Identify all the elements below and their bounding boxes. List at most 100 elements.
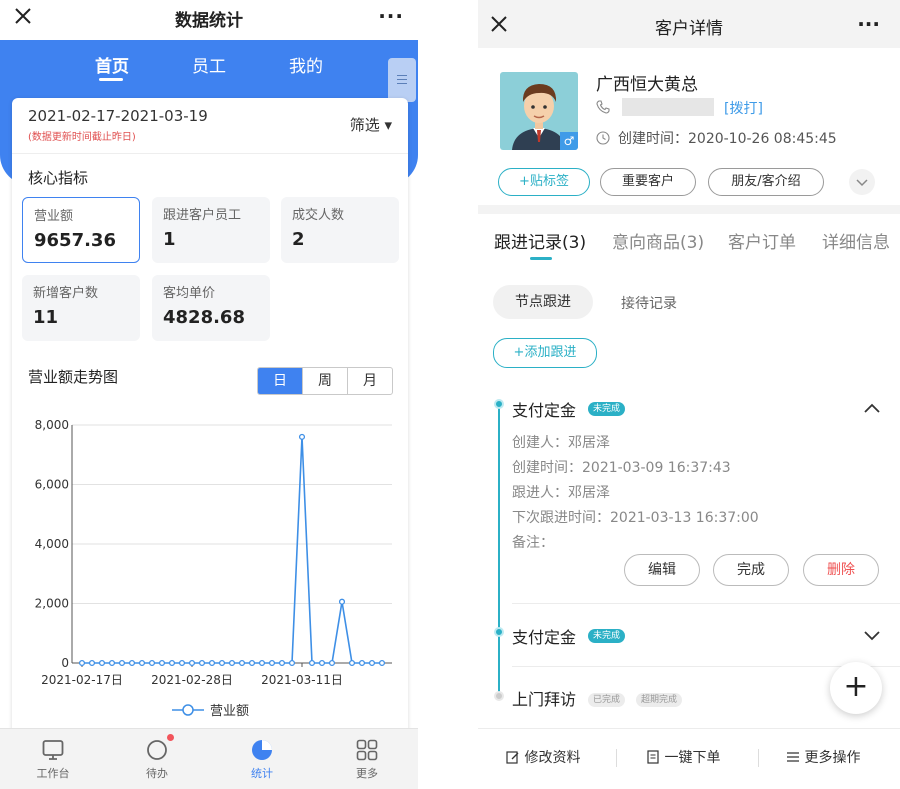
record-title[interactable]: 上门拜访 bbox=[512, 686, 576, 710]
quick-order-button[interactable]: 一键下单 bbox=[646, 747, 720, 767]
metric-value: 9657.36 bbox=[34, 230, 116, 251]
complete-button[interactable]: 完成 bbox=[713, 554, 789, 586]
edit-icon bbox=[506, 751, 519, 764]
tag-important-customer[interactable]: 重要客户 bbox=[600, 168, 696, 196]
active-tab-indicator bbox=[530, 257, 552, 260]
filter-button[interactable]: 筛选 ▾ bbox=[350, 114, 392, 135]
subtab-node-followup[interactable]: 节点跟进 bbox=[493, 285, 593, 319]
period-day[interactable]: 日 bbox=[258, 368, 302, 394]
title-bar: 客户详情 ··· bbox=[478, 0, 900, 48]
data-point bbox=[188, 659, 196, 667]
grid-icon bbox=[356, 739, 378, 761]
data-point bbox=[348, 659, 356, 667]
data-point bbox=[208, 659, 216, 667]
period-week[interactable]: 周 bbox=[302, 368, 347, 394]
data-point bbox=[358, 659, 366, 667]
nav-stats[interactable]: 统计 bbox=[222, 729, 302, 789]
data-point bbox=[218, 659, 226, 667]
gender-male-icon: ♂ bbox=[560, 132, 578, 150]
tab-staff[interactable]: 员工 bbox=[192, 52, 226, 77]
nav-todo[interactable]: 待办 bbox=[117, 729, 197, 789]
tab-home[interactable]: 首页 bbox=[95, 52, 129, 77]
metric-value: 1 bbox=[163, 229, 176, 250]
record-created-time: 创建时间：2021-03-09 16:37:43 bbox=[512, 460, 731, 476]
phone-icon bbox=[596, 100, 610, 114]
nav-label: 工作台 bbox=[36, 767, 70, 780]
metric-value: 11 bbox=[33, 307, 59, 328]
created-value: 2020-10-26 08:45:45 bbox=[688, 131, 837, 147]
tab-details[interactable]: 详细信息 bbox=[822, 228, 890, 253]
more-button[interactable]: ··· bbox=[378, 4, 404, 28]
tab-followup-records[interactable]: 跟进记录(3) bbox=[494, 228, 586, 253]
chevron-down-icon[interactable] bbox=[862, 628, 882, 642]
data-point bbox=[118, 659, 126, 667]
add-fab-button[interactable]: + bbox=[830, 662, 882, 714]
metric-avg-price[interactable]: 客均单价 4828.68 bbox=[152, 275, 270, 341]
dial-link[interactable]: [拨打] bbox=[724, 98, 763, 118]
customer-name: 广西恒大黄总 bbox=[596, 75, 698, 95]
edit-button[interactable]: 编辑 bbox=[624, 554, 700, 586]
data-point bbox=[88, 659, 96, 667]
separator bbox=[616, 749, 617, 767]
more-actions-button[interactable]: 更多操作 bbox=[786, 747, 860, 767]
subtab-reception-records[interactable]: 接待记录 bbox=[621, 293, 677, 313]
data-point bbox=[378, 659, 386, 667]
date-range[interactable]: 2021-02-17-2021-03-19 bbox=[28, 107, 208, 125]
record-title[interactable]: 支付定金 bbox=[512, 397, 576, 421]
customer-detail-screen: 客户详情 ··· ♂ 广西恒大黄总 [拨打] 创建时间：2020-10-26 0… bbox=[478, 0, 900, 789]
x-tick-label: 2021-02-17日 bbox=[41, 673, 123, 687]
page-title: 数据统计 bbox=[175, 11, 243, 31]
more-button[interactable]: ··· bbox=[857, 12, 880, 36]
nav-label: 更多 bbox=[356, 767, 378, 780]
period-month[interactable]: 月 bbox=[347, 368, 392, 394]
add-followup-button[interactable]: +添加跟进 bbox=[493, 338, 597, 368]
data-point bbox=[138, 659, 146, 667]
tab-intended-products[interactable]: 意向商品(3) bbox=[612, 228, 704, 253]
legend-label: 营业额 bbox=[210, 704, 249, 719]
metric-new-customers[interactable]: 新增客户数 11 bbox=[22, 275, 140, 341]
data-point bbox=[78, 659, 86, 667]
separator bbox=[758, 749, 759, 767]
delete-button[interactable]: 删除 bbox=[803, 554, 879, 586]
workbench-icon bbox=[42, 740, 64, 760]
tab-mine[interactable]: 我的 bbox=[289, 52, 323, 77]
button-label: 修改资料 bbox=[524, 750, 581, 766]
phone-number-masked bbox=[622, 98, 714, 116]
tab-customer-orders[interactable]: 客户订单 bbox=[728, 228, 796, 253]
record-next-followup: 下次跟进时间：2021-03-13 16:37:00 bbox=[512, 510, 759, 526]
chevron-up-icon[interactable] bbox=[862, 401, 882, 415]
record-remark: 备注： bbox=[512, 535, 554, 551]
data-point bbox=[238, 659, 246, 667]
metric-label: 成交人数 bbox=[292, 208, 345, 223]
record-title[interactable]: 支付定金 bbox=[512, 624, 576, 648]
expand-tags-icon[interactable] bbox=[848, 168, 876, 196]
notification-dot bbox=[167, 734, 174, 741]
stats-screen: 数据统计 ··· 首页 员工 我的 2021-02-17-2021-03-19 … bbox=[0, 0, 418, 789]
timeline-dot bbox=[494, 627, 504, 637]
nav-workbench[interactable]: 工作台 bbox=[13, 729, 93, 789]
nav-label: 待办 bbox=[146, 767, 168, 780]
data-point bbox=[268, 659, 276, 667]
core-metrics-title: 核心指标 bbox=[28, 169, 89, 187]
data-point bbox=[168, 659, 176, 667]
drag-handle[interactable] bbox=[388, 58, 416, 102]
tag-friend-referral[interactable]: 朋友/客介绍 bbox=[708, 168, 824, 196]
data-point bbox=[198, 659, 206, 667]
data-point bbox=[328, 659, 336, 667]
edit-profile-button[interactable]: 修改资料 bbox=[506, 747, 580, 767]
bottom-action-bar: 修改资料 一键下单 更多操作 bbox=[478, 728, 900, 789]
metric-revenue[interactable]: 营业额 9657.36 bbox=[22, 197, 140, 263]
metric-deals[interactable]: 成交人数 2 bbox=[281, 197, 399, 263]
data-point bbox=[288, 659, 296, 667]
divider bbox=[512, 603, 900, 604]
todo-icon bbox=[147, 740, 167, 760]
timeline-dot bbox=[494, 399, 504, 409]
data-point bbox=[258, 659, 266, 667]
metric-followup-staff[interactable]: 跟进客户员工 1 bbox=[152, 197, 270, 263]
date-note: (数据更新时间截止昨日) bbox=[28, 132, 136, 143]
add-tag-button[interactable]: +贴标签 bbox=[498, 168, 590, 196]
data-point bbox=[128, 659, 136, 667]
y-tick-label: 0 bbox=[61, 656, 69, 670]
data-point bbox=[178, 659, 186, 667]
nav-more[interactable]: 更多 bbox=[327, 729, 407, 789]
